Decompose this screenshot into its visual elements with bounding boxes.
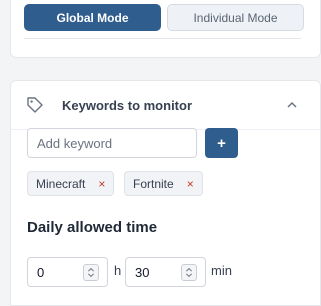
keywords-title: Keywords to monitor: [62, 97, 193, 113]
chip-label: Fortnite: [133, 176, 174, 191]
keyword-input[interactable]: [27, 128, 197, 158]
tag-icon: [27, 97, 43, 113]
hours-input[interactable]: 0: [27, 257, 108, 287]
minutes-unit: min: [211, 263, 232, 278]
chip-label: Minecraft: [36, 176, 86, 191]
remove-keyword-button[interactable]: ×: [98, 177, 105, 191]
minutes-value: 30: [135, 264, 150, 280]
remove-keyword-button[interactable]: ×: [187, 177, 194, 191]
divider: [24, 38, 301, 39]
keyword-chip-fortnite: Fortnite ×: [124, 171, 203, 196]
chevron-up-icon[interactable]: [286, 99, 298, 111]
hours-spinner-icon[interactable]: [83, 264, 99, 281]
hours-value: 0: [37, 264, 45, 280]
add-keyword-button[interactable]: +: [205, 128, 238, 158]
keyword-chip-minecraft: Minecraft ×: [27, 171, 115, 196]
global-mode-button[interactable]: Global Mode: [24, 4, 161, 31]
mode-card: Global Mode Individual Mode: [10, 0, 321, 58]
minutes-input[interactable]: 30: [125, 257, 206, 287]
keywords-header[interactable]: Keywords to monitor: [25, 95, 306, 115]
keywords-card: Keywords to monitor + Minecraft × Fortni…: [10, 80, 321, 306]
mode-toggle: Global Mode Individual Mode: [24, 4, 304, 31]
individual-mode-button[interactable]: Individual Mode: [167, 4, 304, 31]
minutes-spinner-icon[interactable]: [181, 264, 197, 281]
hours-unit: h: [114, 263, 122, 278]
daily-time-title: Daily allowed time: [27, 219, 158, 236]
